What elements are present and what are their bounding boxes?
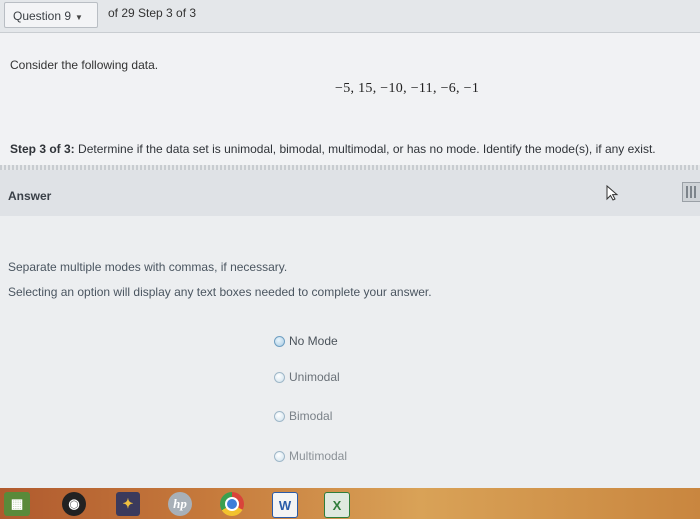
radio-bimodal[interactable]	[274, 410, 285, 422]
option-bimodal[interactable]: Bimodal	[274, 409, 332, 423]
question-selector-label: Question 9	[13, 9, 72, 23]
option-label: Multimodal	[289, 449, 348, 463]
mouse-cursor-icon	[606, 184, 619, 201]
taskbar: ▦ ◉ ✦ hp W X	[0, 488, 700, 519]
obs-icon[interactable]: ◉	[62, 492, 86, 516]
question-nav-bar: Question 9 ▼ of 29 Step 3 of 3	[0, 0, 700, 33]
chrome-icon[interactable]	[220, 492, 244, 516]
data-values: −5, 15, −10, −11, −6, −1	[335, 81, 480, 96]
excel-icon[interactable]: X	[324, 492, 350, 518]
multiple-modes-hint: Separate multiple modes with commas, if …	[8, 260, 288, 274]
problem-card: Consider the following data. −5, 15, −10…	[0, 33, 700, 165]
radio-unimodal[interactable]	[274, 371, 285, 383]
caret-down-icon: ▼	[75, 13, 83, 22]
option-label: No Mode	[289, 334, 338, 348]
calculator-icon[interactable]	[682, 182, 700, 202]
step-instruction: Step 3 of 3: Determine if the data set i…	[10, 142, 656, 156]
answer-header: Answer	[0, 170, 700, 216]
photos-icon[interactable]: ✦	[116, 492, 140, 516]
windows-start-icon[interactable]: ▦	[4, 492, 30, 516]
selection-hint: Selecting an option will display any tex…	[8, 285, 432, 299]
option-label: Unimodal	[289, 370, 340, 384]
answer-body: Separate multiple modes with commas, if …	[0, 216, 700, 488]
radio-no-mode[interactable]	[274, 335, 285, 347]
problem-prompt: Consider the following data.	[10, 58, 159, 72]
hp-icon[interactable]: hp	[168, 492, 192, 516]
option-multimodal[interactable]: Multimodal	[274, 449, 347, 463]
option-no-mode[interactable]: No Mode	[274, 334, 338, 348]
step-label: Step 3 of 3:	[10, 142, 75, 156]
step-text: Determine if the data set is unimodal, b…	[74, 142, 656, 156]
question-selector-button[interactable]: Question 9 ▼	[4, 2, 98, 28]
option-label: Bimodal	[289, 409, 333, 423]
radio-multimodal[interactable]	[274, 450, 285, 462]
answer-label: Answer	[8, 189, 52, 203]
option-unimodal[interactable]: Unimodal	[274, 370, 340, 384]
question-progress-text: of 29 Step 3 of 3	[108, 6, 197, 20]
word-icon[interactable]: W	[272, 492, 298, 518]
